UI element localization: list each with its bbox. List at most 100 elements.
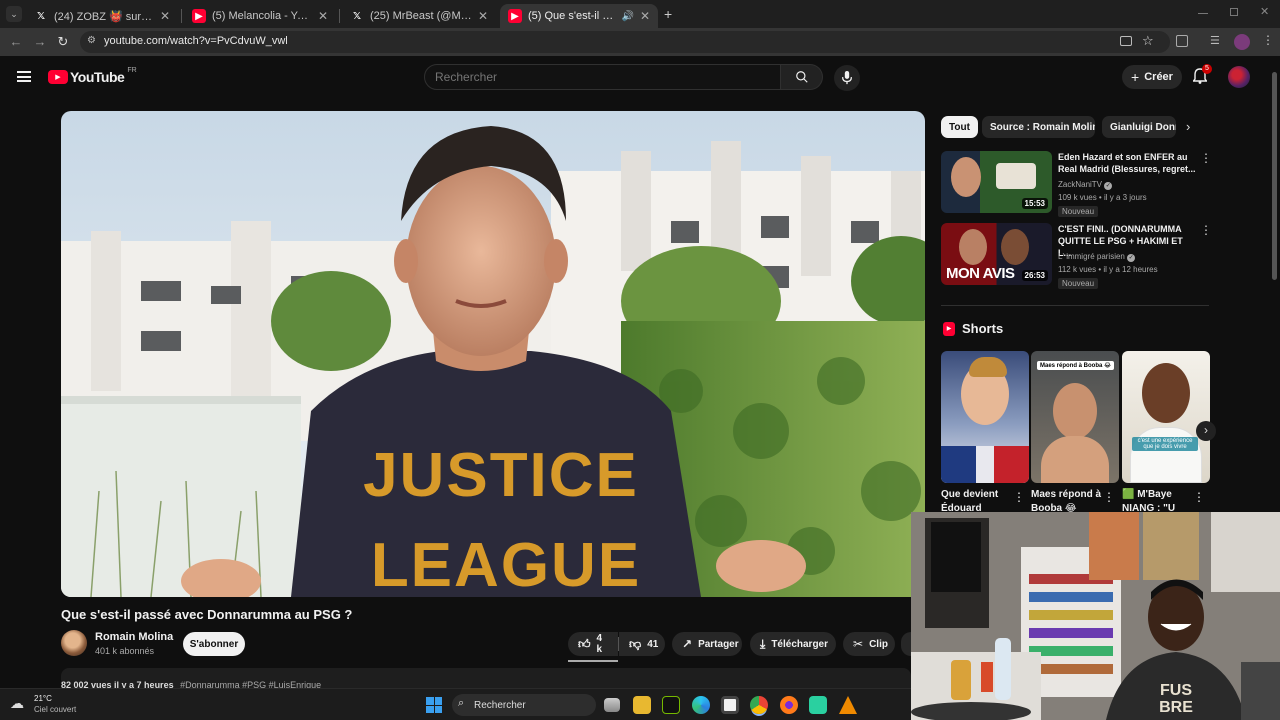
taskbar-search[interactable]: ⌕ Rechercher [452, 694, 596, 716]
new-badge: Nouveau [1058, 278, 1099, 289]
video-title: Que s'est-il passé avec Donnarumma au PS… [61, 607, 353, 622]
forward-icon[interactable]: → [32, 34, 48, 50]
browser-menu-icon[interactable]: ⋮ [1262, 33, 1274, 47]
nvidia-icon[interactable] [662, 696, 680, 714]
hamburger-menu-icon[interactable] [17, 71, 31, 82]
rec-channel-1[interactable]: ZackNaniTV ✓ [1058, 180, 1113, 190]
start-button[interactable] [426, 697, 442, 713]
x-icon: 𝕏 [352, 10, 362, 22]
share-icon: ↗ [682, 637, 693, 651]
extensions-icon[interactable] [1176, 35, 1188, 47]
youtube-logo[interactable]: ▶ YouTube FR [48, 66, 137, 85]
short-thumbnail-3[interactable]: c'est une expérience que je dois vivre [1122, 351, 1210, 483]
reading-list-icon[interactable]: ☰ [1210, 34, 1220, 47]
notifications-button[interactable]: 5 [1192, 64, 1212, 86]
page-scrollbar[interactable] [1272, 72, 1277, 280]
subscribe-button[interactable]: S'abonner [183, 632, 245, 656]
share-button[interactable]: ↗ Partager [672, 632, 742, 656]
rec-title-1[interactable]: Eden Hazard et son ENFER au Real Madrid … [1058, 151, 1196, 175]
search-icon [796, 71, 808, 83]
youtube-play-icon: ▶ [48, 70, 68, 84]
channel-avatar[interactable] [61, 630, 87, 656]
firefox-icon[interactable] [780, 696, 798, 714]
rec-thumbnail-2[interactable]: MON AVIS 26:53 [941, 223, 1052, 285]
dislike-count: 41 [647, 638, 659, 650]
more-options-icon[interactable]: ⋮ [1013, 490, 1025, 504]
store-icon[interactable] [721, 696, 739, 714]
tab-list-dropdown[interactable]: ⌄ [6, 6, 22, 22]
app-icon[interactable] [809, 696, 827, 714]
duration: 15:53 [1021, 198, 1048, 209]
search-button[interactable] [781, 64, 823, 90]
site-info-icon[interactable]: ⚙ [87, 35, 96, 46]
dislike-button[interactable]: 👎︎ 41 [619, 632, 665, 656]
video-player[interactable]: JUSTICE LEAGUE [61, 111, 925, 597]
like-button[interactable]: 👍︎ 4 k [568, 632, 618, 656]
speaker-icon[interactable]: 🔊 [621, 11, 633, 22]
shirt-text-justice: JUSTICE [363, 441, 639, 510]
more-actions-button[interactable] [901, 632, 911, 656]
create-button[interactable]: + Créer [1122, 65, 1182, 89]
weather-widget[interactable]: ☁ 21°C Ciel couvert [10, 693, 90, 717]
scissors-icon: ✂ [853, 637, 864, 651]
logo-text: YouTube [70, 69, 125, 85]
voice-search-button[interactable] [834, 65, 860, 91]
chrome-icon[interactable] [750, 696, 768, 714]
close-icon[interactable]: ✕ [318, 9, 328, 23]
rec-channel-2[interactable]: L' immigré parisien ✓ [1058, 252, 1136, 262]
maximize-button[interactable] [1230, 8, 1238, 16]
shorts-next-button[interactable]: › [1196, 421, 1216, 441]
new-badge: Nouveau [1058, 206, 1099, 217]
edge-icon[interactable] [692, 696, 710, 714]
back-icon[interactable]: ← [8, 34, 24, 50]
account-avatar[interactable] [1228, 66, 1250, 88]
like-count: 4 k [596, 633, 603, 655]
minimize-button[interactable] [1198, 13, 1208, 14]
tab-zobz[interactable]: 𝕏 (24) ZOBZ 👹 sur X : "Elle prend ✕ [26, 4, 178, 28]
short-thumbnail-1[interactable] [941, 351, 1029, 483]
close-icon[interactable]: ✕ [478, 9, 488, 23]
youtube-icon: ▶ [192, 9, 206, 23]
shorts-icon: ▶ [943, 322, 955, 336]
short-thumbnail-2[interactable]: Maes répond à Booba 😂 [1031, 351, 1119, 483]
rec-meta-1: 109 k vues • il y a 3 jours [1058, 193, 1147, 202]
cast-icon[interactable] [1120, 36, 1132, 46]
new-tab-button[interactable]: + [664, 6, 672, 22]
chip-all[interactable]: Tout [941, 116, 978, 138]
rec-thumbnail-1[interactable]: 15:53 [941, 151, 1052, 213]
chip-related[interactable]: Gianluigi Donnarumma [1102, 116, 1176, 138]
url-text: youtube.com/watch?v=PvCdvuW_vwl [104, 35, 288, 47]
verified-icon: ✓ [1104, 182, 1113, 190]
region-code: FR [127, 66, 137, 74]
more-options-icon[interactable]: ⋮ [1103, 490, 1115, 504]
file-explorer-icon[interactable] [633, 696, 651, 714]
create-label: Créer [1144, 71, 1173, 83]
browser-toolbar: ← → ↻ ⚙ youtube.com/watch?v=PvCdvuW_vwl … [0, 28, 1280, 56]
reload-icon[interactable]: ↻ [55, 34, 71, 50]
address-bar[interactable]: ⚙ youtube.com/watch?v=PvCdvuW_vwl ☆ [80, 31, 1170, 53]
download-button[interactable]: ⤓ Télécharger [750, 632, 836, 656]
close-icon[interactable]: ✕ [160, 9, 170, 23]
tab-current-video[interactable]: ▶ (5) Que s'est-il passé avec D 🔊 ✕ [500, 4, 658, 28]
subscriber-count: 401 k abonnés [95, 646, 155, 656]
bookmark-star-icon[interactable]: ☆ [1142, 33, 1154, 49]
vlc-icon[interactable] [839, 696, 857, 714]
profile-avatar[interactable] [1234, 34, 1250, 50]
thumb-text: MON AVIS [946, 265, 1015, 282]
close-icon[interactable]: ✕ [640, 9, 650, 23]
close-window-button[interactable]: ✕ [1260, 5, 1269, 18]
more-options-icon[interactable]: ⋮ [1193, 490, 1205, 504]
search-input[interactable] [435, 70, 765, 84]
plus-icon: + [1131, 69, 1140, 85]
shorts-heading: Shorts [962, 321, 1004, 336]
more-options-icon[interactable]: ⋮ [1200, 151, 1212, 165]
download-icon: ⤓ [760, 636, 766, 651]
tab-mrbeast[interactable]: 𝕏 (25) MrBeast (@MrBeast) / X ✕ [342, 4, 496, 28]
chevron-right-icon[interactable]: › [1186, 119, 1190, 134]
clip-button[interactable]: ✂ Clip [843, 632, 895, 656]
channel-name[interactable]: Romain Molina [95, 631, 173, 643]
tab-melancolia[interactable]: ▶ (5) Melancolia - YouTube ✕ [184, 4, 336, 28]
more-options-icon[interactable]: ⋮ [1200, 223, 1212, 237]
chip-source[interactable]: Source : Romain Molina [982, 116, 1095, 138]
task-view-icon[interactable] [604, 698, 620, 712]
